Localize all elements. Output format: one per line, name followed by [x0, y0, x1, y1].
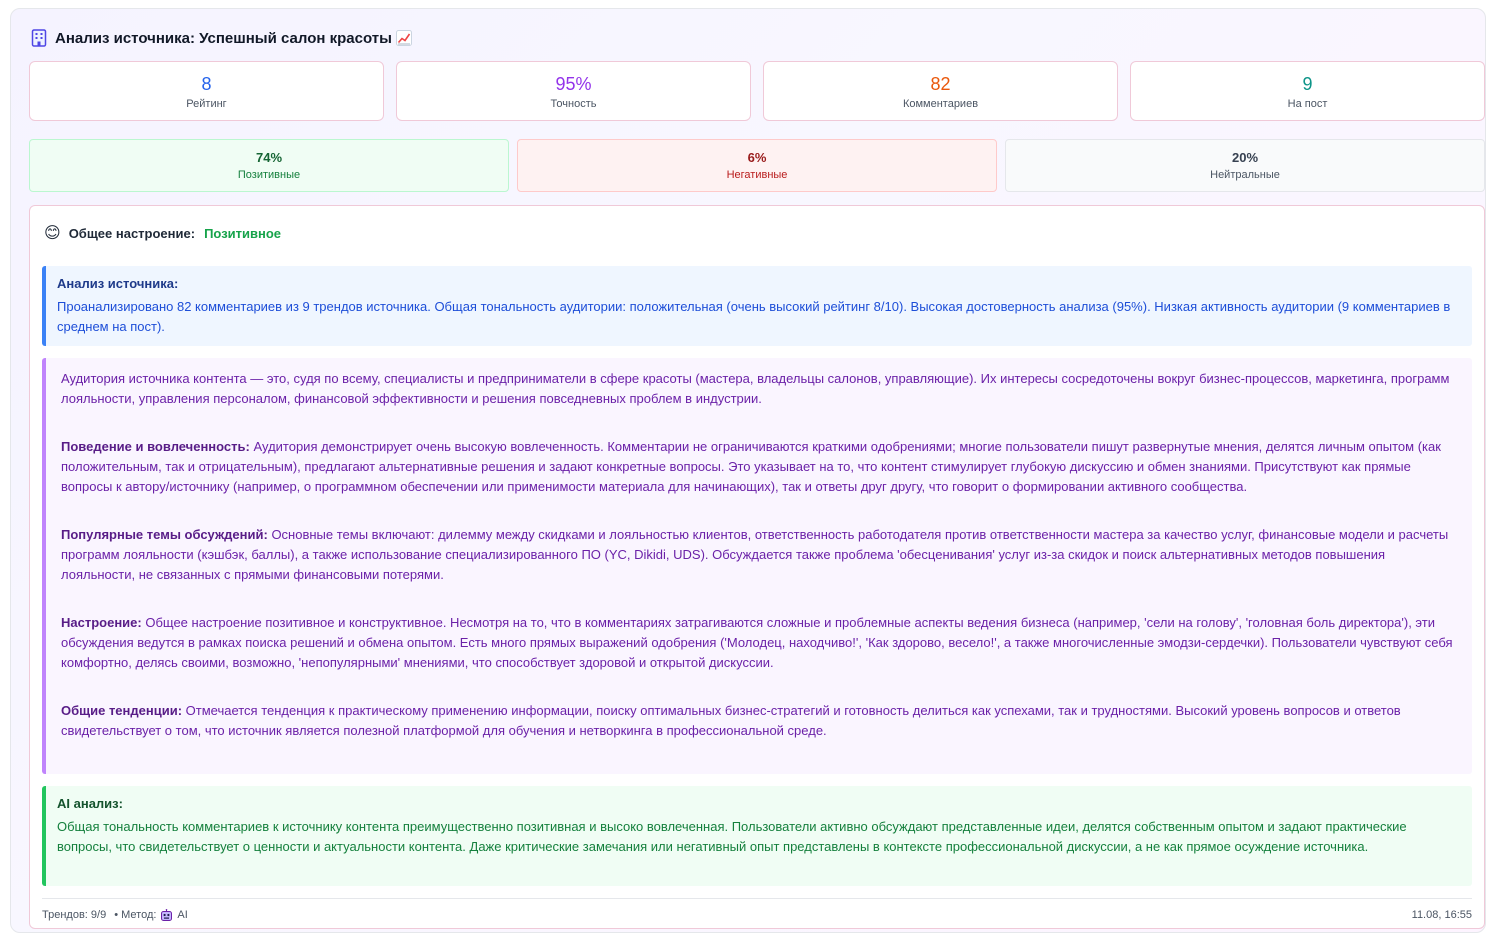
stat-card-accuracy: 95% Точность: [396, 61, 751, 121]
footer-meta: Трендов: 9/9 • Метод: AI: [42, 908, 188, 922]
source-analysis-block: Анализ источника: Проанализировано 82 ко…: [42, 266, 1472, 346]
robot-icon: [160, 908, 173, 922]
trends-title: Общие тенденции:: [61, 703, 183, 718]
topics-text: Основные темы включают: дилемму между ск…: [61, 527, 1449, 582]
stat-label: На пост: [1287, 97, 1328, 110]
overall-mood: 😊 Общее настроение: Позитивное: [44, 223, 281, 243]
stat-label: Точность: [550, 97, 597, 110]
topics-title: Популярные темы обсуждений:: [61, 527, 268, 542]
behavior-text: Аудитория демонстрирует очень высокую во…: [61, 439, 1441, 494]
stat-card-rating: 8 Рейтинг: [29, 61, 384, 121]
topics-paragraph: Популярные темы обсуждений: Основные тем…: [61, 525, 1457, 585]
ai-analysis-title: AI анализ:: [57, 796, 123, 811]
behavior-paragraph: Поведение и вовлеченность: Аудитория дем…: [61, 437, 1457, 497]
mood-paragraph: Настроение: Общее настроение позитивное …: [61, 613, 1457, 673]
stat-value: 95%: [555, 73, 592, 94]
trends-text: Отмечается тенденция к практическому при…: [61, 703, 1401, 738]
mood-label: Общее настроение:: [68, 225, 196, 241]
mood-value: Позитивное: [204, 225, 282, 241]
stat-label: Комментариев: [902, 97, 979, 110]
stat-card-comments: 82 Комментариев: [763, 61, 1118, 121]
stat-value: 82: [930, 73, 951, 94]
sentiment-value: 6%: [747, 150, 767, 165]
mood-title: Настроение:: [61, 615, 142, 630]
building-icon: [31, 29, 47, 47]
analysis-panel: Анализ источника: Успешный салон красоты…: [10, 8, 1486, 933]
panel-header: Анализ источника: Успешный салон красоты: [31, 27, 412, 49]
source-analysis-title: Анализ источника:: [57, 276, 179, 291]
intro-paragraph: Аудитория источника контента — это, судя…: [61, 371, 1450, 406]
stat-value: 8: [201, 73, 212, 94]
chart-increasing-icon: [395, 30, 412, 46]
stat-card-per-post: 9 На пост: [1130, 61, 1485, 121]
sentiment-row: 74% Позитивные 6% Негативные 20% Нейтрал…: [29, 139, 1485, 192]
method-label: • Метод:: [114, 909, 157, 921]
timestamp: 11.08, 16:55: [1411, 909, 1472, 921]
sentiment-value: 74%: [255, 150, 283, 165]
smiley-icon: 😊: [44, 225, 61, 242]
sentiment-neutral: 20% Нейтральные: [1005, 139, 1485, 192]
card-footer: Трендов: 9/9 • Метод: AI 11.08, 16:55: [42, 898, 1472, 931]
sentiment-label: Негативные: [726, 169, 788, 181]
ai-analysis-block: AI анализ: Общая тональность комментарие…: [42, 786, 1472, 886]
behavior-title: Поведение и вовлеченность:: [61, 439, 250, 454]
stats-row: 8 Рейтинг 95% Точность 82 Комментариев 9…: [29, 61, 1485, 121]
trends-paragraph: Общие тенденции: Отмечается тенденция к …: [61, 701, 1457, 741]
sentiment-label: Позитивные: [237, 169, 301, 181]
analysis-card: 😊 Общее настроение: Позитивное Анализ ис…: [29, 205, 1485, 929]
sentiment-positive: 74% Позитивные: [29, 139, 509, 192]
trends-count: Трендов: 9/9: [42, 909, 107, 921]
page-title: Анализ источника: Успешный салон красоты: [55, 29, 392, 47]
source-analysis-text: Проанализировано 82 комментариев из 9 тр…: [57, 299, 1451, 334]
sentiment-label: Нейтральные: [1210, 169, 1280, 181]
sentiment-negative: 6% Негативные: [517, 139, 997, 192]
detailed-analysis-block: Аудитория источника контента — это, судя…: [42, 358, 1472, 774]
stat-label: Рейтинг: [186, 97, 227, 110]
method-value: AI: [177, 909, 188, 921]
sentiment-value: 20%: [1231, 150, 1259, 165]
mood-text: Общее настроение позитивное и конструкти…: [61, 615, 1453, 670]
stat-value: 9: [1302, 73, 1313, 94]
ai-analysis-text: Общая тональность комментариев к источни…: [57, 819, 1407, 854]
